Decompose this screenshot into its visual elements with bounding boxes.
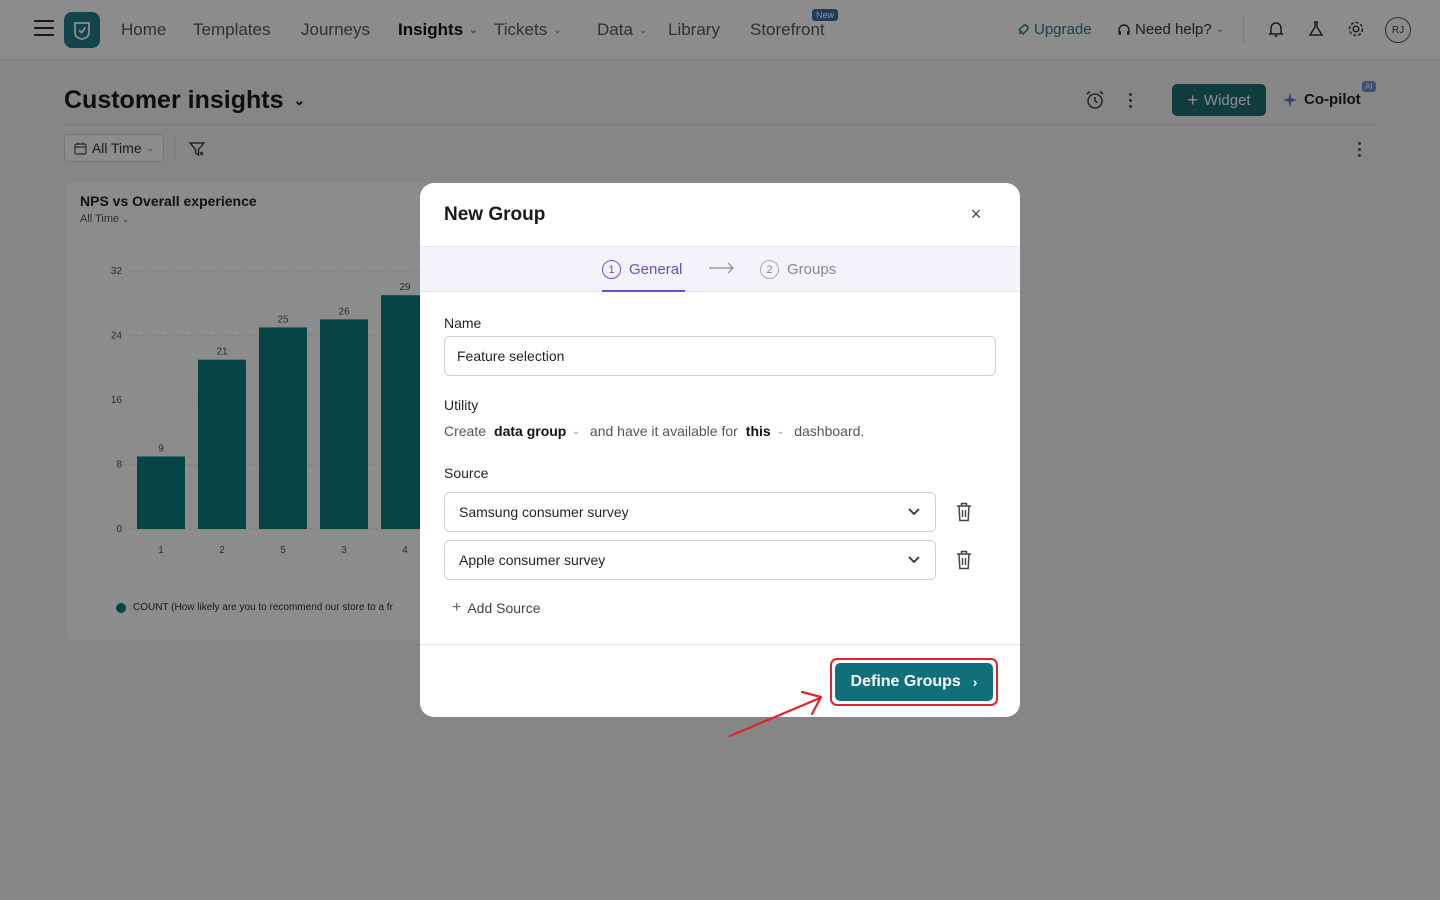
trash-icon[interactable] (954, 501, 974, 523)
source-select-2[interactable]: Apple consumer survey (444, 540, 936, 580)
source-select-1[interactable]: Samsung consumer survey (444, 492, 936, 532)
utility-end-text: dashboard. (794, 423, 865, 439)
group-name-input[interactable]: Feature selection (444, 336, 996, 376)
step-groups[interactable]: 2 Groups (760, 260, 836, 279)
step-number: 2 (760, 260, 779, 279)
trash-icon[interactable] (954, 549, 974, 571)
add-source-label: Add Source (467, 600, 541, 616)
close-icon[interactable]: × (968, 205, 984, 223)
utility-label: Utility (444, 397, 479, 413)
step-number: 1 (602, 260, 621, 279)
chevron-down-icon: ⌄ (776, 425, 785, 436)
utility-middle-text: and have it available for (589, 423, 738, 439)
plus-icon: + (452, 599, 462, 616)
utility-type-dropdown[interactable]: data group (494, 423, 566, 439)
utility-scope-value: this (745, 423, 771, 439)
step-label: General (629, 261, 683, 278)
source-select-value: Apple consumer survey (459, 552, 606, 568)
define-groups-label: Define Groups (850, 673, 961, 690)
define-groups-button[interactable]: Define Groups › (835, 663, 993, 701)
source-select-value: Samsung consumer survey (459, 504, 629, 520)
chevron-down-icon: ⌄ (572, 425, 580, 436)
source-label: Source (444, 465, 489, 481)
arrow-right-icon (709, 262, 734, 274)
utility-type-value: data group (494, 423, 567, 439)
active-step-indicator (602, 290, 685, 292)
stepper: 1 General 2 Groups (420, 246, 1020, 292)
chevron-right-icon: › (972, 674, 978, 690)
annotation-arrow-icon (728, 690, 823, 738)
name-label: Name (444, 315, 482, 331)
group-name-value: Feature selection (457, 348, 565, 364)
highlight-outline: Define Groups › (830, 658, 998, 706)
chevron-down-icon (908, 508, 920, 516)
utility-sentence: Create data group ⌄ and have it availabl… (444, 423, 864, 439)
step-general[interactable]: 1 General (602, 260, 682, 279)
utility-scope-dropdown[interactable]: this (746, 423, 771, 439)
add-source-button[interactable]: + Add Source (452, 599, 541, 617)
new-group-modal: New Group × 1 General 2 Groups Name Feat… (420, 183, 1020, 717)
utility-create-text: Create (444, 423, 487, 439)
modal-title: New Group (444, 204, 546, 225)
footer-divider (420, 644, 1020, 645)
chevron-down-icon (908, 556, 920, 564)
step-label: Groups (787, 261, 837, 278)
